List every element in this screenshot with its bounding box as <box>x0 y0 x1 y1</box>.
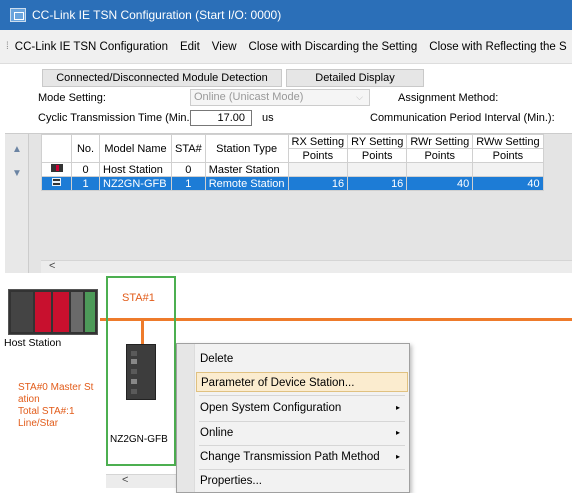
grid-horizontal-scrollbar[interactable]: < <box>41 260 572 273</box>
menu-item-properties[interactable]: Properties... <box>196 471 408 491</box>
cell-no: 0 <box>71 162 100 177</box>
menu-separator <box>199 421 405 422</box>
station-table: No. Model Name STA# Station Type RX Sett… <box>41 134 544 191</box>
sta-number-label: STA#1 <box>122 292 155 304</box>
menu-separator <box>199 445 405 446</box>
cell-rwr <box>406 162 474 177</box>
comm-period-label: Communication Period Interval (Min.): <box>370 112 555 124</box>
assignment-method-label: Assignment Method: <box>398 92 499 104</box>
menu-edit[interactable]: Edit <box>174 41 206 53</box>
menu-separator <box>199 395 405 396</box>
host-station-icon <box>41 162 72 177</box>
info-line-1: STA#0 Master St <box>18 382 94 393</box>
host-station-label: Host Station <box>4 337 62 349</box>
menu-item-label: Properties... <box>200 475 262 487</box>
menu-item-parameter[interactable]: Parameter of Device Station... <box>196 372 408 392</box>
header-rww: RWw Setting <box>472 134 544 149</box>
context-menu: Delete Parameter of Device Station... Op… <box>176 343 410 493</box>
cell-type: Remote Station <box>204 176 289 191</box>
header-ry: RY Setting <box>347 134 408 149</box>
menu-item-delete[interactable]: Delete <box>196 349 408 369</box>
menu-item-change-path[interactable]: Change Transmission Path Method ▸ <box>196 447 408 467</box>
host-station-module[interactable] <box>8 289 98 335</box>
menu-item-label: Parameter of Device Station... <box>201 377 355 389</box>
header-type: Station Type <box>204 134 289 163</box>
cell-ry[interactable]: 16 <box>347 176 408 191</box>
header-rx: RX Setting <box>287 134 349 149</box>
cell-rx <box>287 162 349 177</box>
info-line-2: ation <box>18 394 40 405</box>
move-up-icon[interactable]: ▲ <box>8 140 26 160</box>
cell-model: Host Station <box>99 162 172 177</box>
table-row[interactable]: 0 Host Station 0 Master Station <box>41 162 544 177</box>
header-icon-col <box>41 134 72 163</box>
menu-close-reflect[interactable]: Close with Reflecting the S <box>423 41 572 53</box>
menu-separator <box>199 469 405 470</box>
station-grid-panel: ▲ ▼ No. Model Name STA# Station Type RX … <box>5 133 572 273</box>
cell-ry <box>347 162 408 177</box>
menu-item-label: Online <box>200 427 234 439</box>
cyclic-time-input[interactable]: 17.00 <box>190 110 252 126</box>
subheader-rwr: Points <box>406 148 474 163</box>
subheader-ry: Points <box>347 148 408 163</box>
remote-station-icon <box>41 176 72 191</box>
cyclic-time-unit: us <box>262 112 274 124</box>
mode-setting-label: Mode Setting: <box>38 92 106 104</box>
device-label: NZ2GN-GFB <box>110 434 168 445</box>
window-title: CC-Link IE TSN Configuration (Start I/O:… <box>32 8 282 22</box>
cell-model: NZ2GN-GFB <box>99 176 172 191</box>
mode-setting-value: Online (Unicast Mode) <box>194 91 304 103</box>
title-bar: CC-Link IE TSN Configuration (Start I/O:… <box>0 0 572 30</box>
submenu-arrow-icon: ▸ <box>395 403 400 412</box>
header-no: No. <box>71 134 100 163</box>
app-icon <box>10 8 26 22</box>
menu-close-discard[interactable]: Close with Discarding the Setting <box>243 41 424 53</box>
header-rwr: RWr Setting <box>406 134 474 149</box>
menu-item-label: Open System Configuration <box>200 402 342 414</box>
nz2gn-gfb-device[interactable] <box>126 344 156 400</box>
cell-sta: 1 <box>171 176 206 191</box>
cell-rww[interactable]: 40 <box>472 176 544 191</box>
info-line-3: Total STA#:1 <box>18 406 75 417</box>
info-line-4: Line/Star <box>18 418 59 429</box>
cell-no: 1 <box>71 176 100 191</box>
menu-gutter <box>177 344 195 492</box>
detailed-display-button[interactable]: Detailed Display <box>286 69 424 87</box>
mode-setting-select[interactable]: Online (Unicast Mode) ⌵ <box>190 89 370 106</box>
menu-cc-link[interactable]: CC-Link IE TSN Configuration <box>9 41 174 53</box>
diagram-horizontal-scrollbar[interactable]: < <box>106 474 176 488</box>
cyclic-time-label: Cyclic Transmission Time (Min.): <box>38 112 197 124</box>
submenu-arrow-icon: ▸ <box>395 428 400 437</box>
chevron-down-icon: ⌵ <box>356 92 363 102</box>
scroll-left-icon[interactable]: < <box>49 260 55 272</box>
header-model: Model Name <box>99 134 172 163</box>
menu-item-label: Delete <box>200 353 234 365</box>
cell-rwr[interactable]: 40 <box>406 176 474 191</box>
subheader-rx: Points <box>287 148 349 163</box>
scroll-left-icon[interactable]: < <box>122 474 128 486</box>
cell-rx[interactable]: 16 <box>287 176 349 191</box>
cell-type: Master Station <box>204 162 289 177</box>
menu-item-open-system-config[interactable]: Open System Configuration ▸ <box>196 398 408 418</box>
header-sta: STA# <box>171 134 206 163</box>
move-down-icon[interactable]: ▼ <box>8 164 26 184</box>
grid-side-toolbar: ▲ ▼ <box>5 134 29 273</box>
module-detection-button[interactable]: Connected/Disconnected Module Detection <box>42 69 282 87</box>
submenu-arrow-icon: ▸ <box>395 452 400 461</box>
menu-bar: ⁞ CC-Link IE TSN Configuration Edit View… <box>0 30 572 64</box>
menu-view[interactable]: View <box>206 41 243 53</box>
cell-sta: 0 <box>171 162 206 177</box>
cell-rww <box>472 162 544 177</box>
menu-item-online[interactable]: Online ▸ <box>196 423 408 443</box>
menu-item-label: Change Transmission Path Method <box>200 451 380 463</box>
table-row[interactable]: 1 NZ2GN-GFB 1 Remote Station 16 16 40 40 <box>41 176 544 191</box>
subheader-rww: Points <box>472 148 544 163</box>
